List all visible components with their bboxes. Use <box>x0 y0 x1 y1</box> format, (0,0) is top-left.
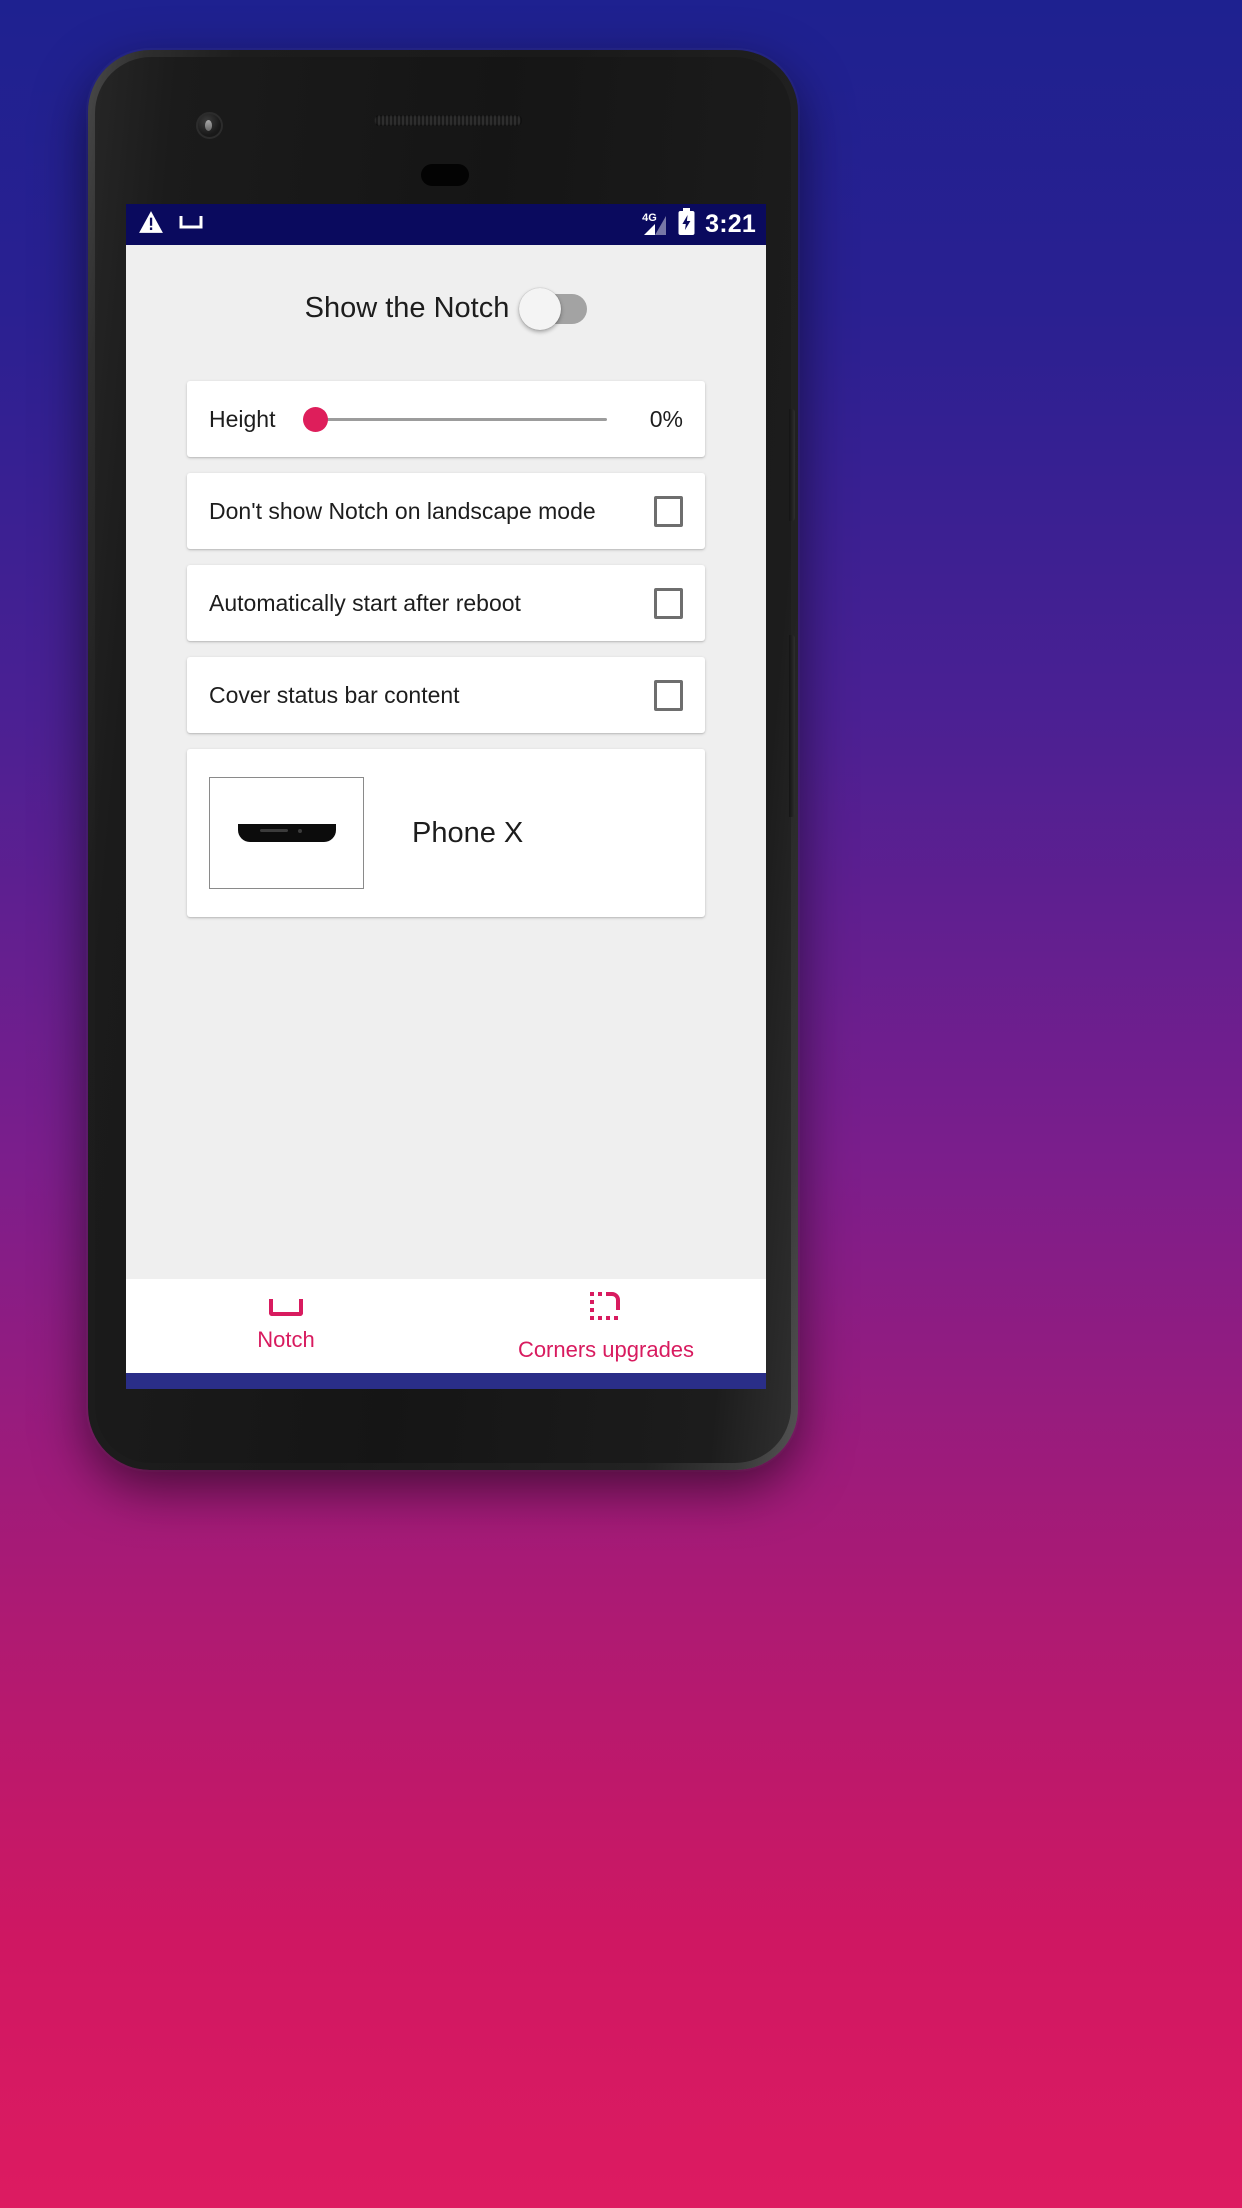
slider-track <box>303 417 607 421</box>
notch-notification-icon <box>178 212 204 237</box>
auto-start-checkbox[interactable] <box>654 587 683 619</box>
earpiece-speaker-icon <box>374 115 522 126</box>
notch-shape <box>237 824 336 842</box>
auto-start-row[interactable]: Automatically start after reboot <box>187 565 705 641</box>
phone-bezel: 4G 3:21 Show the Notch Height 0% Don't s… <box>95 57 795 1463</box>
show-notch-toggle[interactable] <box>519 287 588 330</box>
warning-triangle-icon <box>138 210 164 239</box>
signal-bars-icon: 4G <box>642 211 668 238</box>
android-nav-bar <box>126 1373 766 1389</box>
device-name-label: Phone X <box>412 816 524 849</box>
notch-icon <box>269 1299 303 1316</box>
toggle-thumb <box>519 287 562 330</box>
rounded-corner-icon <box>588 1290 624 1326</box>
network-type-label: 4G <box>642 211 657 224</box>
status-bar-indicators: 4G 3:21 <box>642 208 756 241</box>
page-title: Show the Notch <box>304 292 510 324</box>
height-value: 0% <box>649 405 683 432</box>
landscape-mode-checkbox[interactable] <box>654 495 683 527</box>
device-select-card[interactable]: Phone X <box>187 749 705 917</box>
show-notch-row: Show the Notch <box>126 245 766 335</box>
tab-notch-label: Notch <box>257 1327 315 1352</box>
tab-notch[interactable]: Notch <box>126 1299 446 1353</box>
notch-preview-icon <box>209 777 364 889</box>
battery-charging-icon <box>677 208 696 241</box>
tab-corners-upgrades[interactable]: Corners upgrades <box>446 1290 766 1363</box>
cover-status-bar-checkbox[interactable] <box>654 679 683 711</box>
cover-status-bar-label: Cover status bar content <box>209 681 460 708</box>
landscape-mode-label: Don't show Notch on landscape mode <box>209 497 596 524</box>
auto-start-label: Automatically start after reboot <box>209 589 521 616</box>
height-label: Height <box>209 405 276 432</box>
status-bar-clock: 3:21 <box>705 210 756 238</box>
proximity-sensor-icon <box>421 164 469 186</box>
tab-corners-label: Corners upgrades <box>517 1336 695 1362</box>
status-bar: 4G 3:21 <box>126 204 766 245</box>
height-slider-card: Height 0% <box>187 381 705 457</box>
landscape-mode-row[interactable]: Don't show Notch on landscape mode <box>187 473 705 549</box>
app-content: Show the Notch Height 0% Don't show Notc… <box>126 245 766 1279</box>
status-bar-notifications <box>138 210 204 239</box>
phone-screen: 4G 3:21 Show the Notch Height 0% Don't s… <box>126 204 766 1389</box>
bottom-tab-bar: Notch Corners upgrades <box>126 1279 766 1373</box>
front-camera-icon <box>196 112 223 139</box>
settings-card-list: Height 0% Don't show Notch on landscape … <box>126 335 766 917</box>
phone-device-frame: 4G 3:21 Show the Notch Height 0% Don't s… <box>88 50 798 1470</box>
slider-thumb[interactable] <box>303 406 329 432</box>
height-slider[interactable] <box>303 406 607 432</box>
power-button[interactable] <box>789 409 795 521</box>
cover-status-bar-row[interactable]: Cover status bar content <box>187 657 705 733</box>
volume-rocker-button[interactable] <box>789 635 795 817</box>
